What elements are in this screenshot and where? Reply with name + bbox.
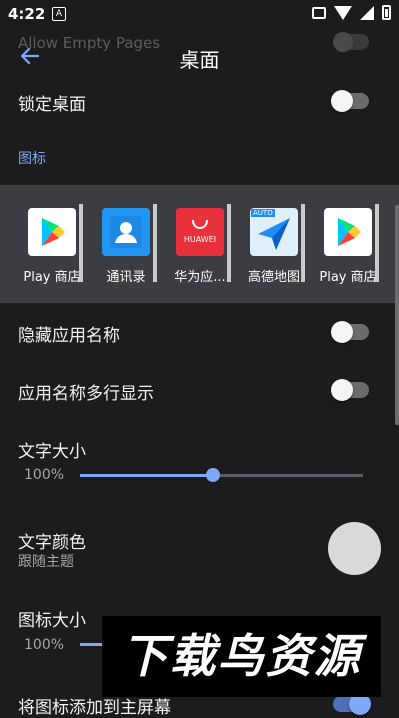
play-store-icon	[28, 208, 76, 256]
add-to-home-toggle[interactable]	[333, 693, 371, 715]
huawei-appgallery-icon: HUAWEI	[176, 208, 224, 256]
wifi-icon	[334, 5, 352, 20]
text-size-slider[interactable]	[80, 468, 363, 482]
watermark: 下载鸟资源	[102, 616, 381, 697]
huawei-icon-text: HUAWEI	[183, 235, 217, 244]
slider-thumb[interactable]	[206, 468, 220, 482]
battery-icon	[382, 5, 391, 20]
app-label: Play 商店	[23, 270, 81, 285]
toggle-knob	[331, 321, 353, 343]
preview-app-play-store: Play 商店	[17, 204, 87, 285]
amap-auto-badge: AUTO	[251, 209, 275, 217]
app-label: 高德地图	[247, 270, 300, 285]
preview-app-play-store-2: Play 商店	[313, 204, 383, 285]
clock: 4:22	[8, 5, 46, 23]
preview-app-amap: AUTO 高德地图	[239, 204, 309, 285]
slider-fill	[80, 643, 102, 646]
preview-edge	[375, 204, 379, 282]
text-size-value: 100%	[24, 467, 65, 483]
icon-size-label: 图标大小	[18, 611, 86, 631]
status-icons	[312, 5, 391, 20]
status-bar: 4:22 A	[0, 0, 399, 28]
icon-size-value: 100%	[24, 637, 65, 653]
preview-edge	[79, 204, 83, 282]
preview-app-contacts: 通讯录	[91, 204, 161, 285]
hide-app-name-toggle[interactable]	[331, 321, 369, 343]
text-size-label: 文字大小	[18, 442, 86, 462]
lock-desktop-label: 锁定桌面	[18, 95, 86, 115]
icon-size-slider[interactable]	[80, 643, 102, 646]
multiline-app-name-label: 应用名称多行显示	[18, 384, 154, 404]
multiline-app-name-toggle[interactable]	[331, 379, 369, 401]
sim-badge-icon: A	[52, 7, 66, 21]
contacts-icon	[102, 208, 150, 256]
slider-fill	[80, 474, 213, 477]
preview-edge	[153, 204, 157, 282]
preview-edge	[301, 204, 305, 282]
text-color-swatch[interactable]	[328, 522, 381, 575]
scrollbar[interactable]	[395, 205, 399, 425]
play-store-icon	[324, 208, 372, 256]
amap-icon: AUTO	[250, 208, 298, 256]
cell-signal-icon	[360, 5, 374, 20]
app-label: 华为应...	[174, 270, 226, 285]
toggle-knob	[331, 379, 353, 401]
page-title: 桌面	[179, 48, 220, 72]
vibrate-icon	[312, 6, 326, 19]
text-color-label: 文字颜色	[18, 533, 86, 553]
section-header-icons: 图标	[18, 151, 46, 167]
preview-edge	[227, 204, 231, 282]
text-color-sub: 跟随主题	[18, 554, 74, 570]
preview-app-huawei: HUAWEI 华为应...	[165, 204, 235, 285]
app-label: 通讯录	[106, 270, 146, 285]
hide-app-name-label: 隐藏应用名称	[18, 326, 120, 346]
lock-desktop-toggle[interactable]	[331, 90, 369, 112]
toggle-knob	[331, 90, 353, 112]
app-label: Play 商店	[319, 270, 377, 285]
